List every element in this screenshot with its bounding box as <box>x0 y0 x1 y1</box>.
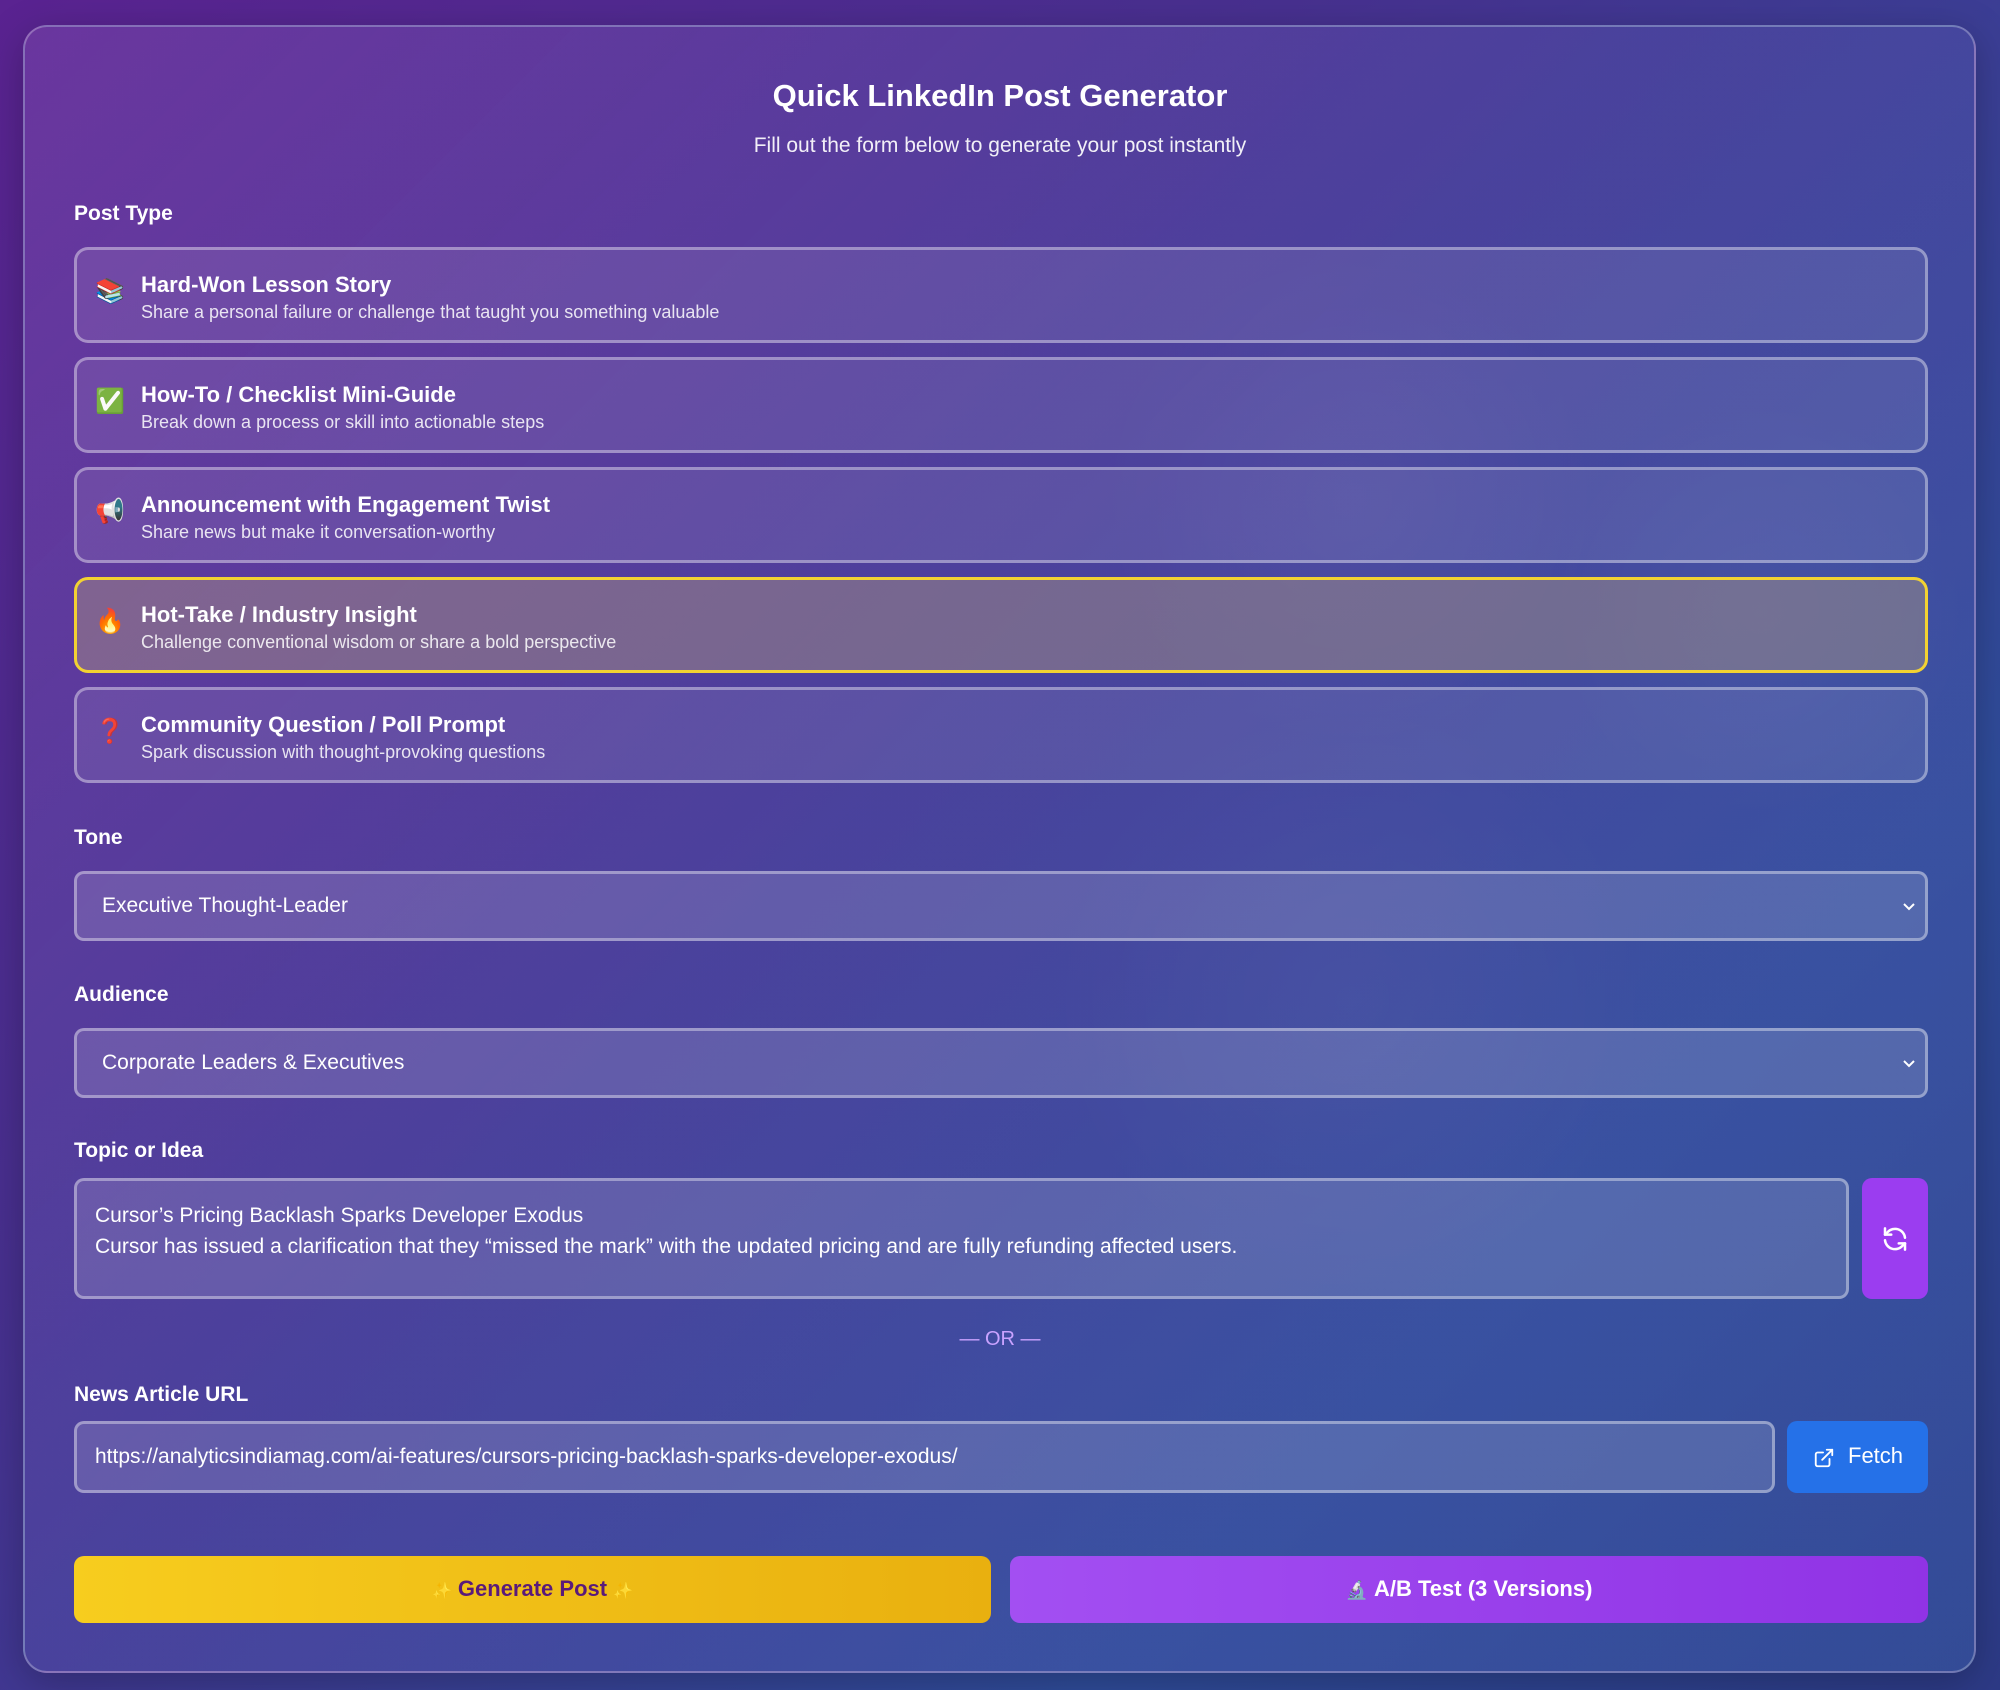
post-type-label: Post Type <box>74 202 173 225</box>
post-type-option-hard-won-lesson[interactable]: 📚 Hard-Won Lesson Story Share a personal… <box>74 247 1928 343</box>
tone-selected-value: Executive Thought-Leader <box>102 894 348 917</box>
megaphone-icon: 📢 <box>95 497 125 525</box>
news-url-value: https://analyticsindiamag.com/ai-feature… <box>95 1445 958 1468</box>
external-link-icon <box>1814 1448 1834 1468</box>
sparkle-icon: ✨ <box>613 1581 633 1600</box>
news-url-input[interactable]: https://analyticsindiamag.com/ai-feature… <box>74 1421 1775 1493</box>
generate-post-button[interactable]: ✨ Generate Post ✨ <box>74 1556 991 1623</box>
sparkle-icon: ✨ <box>431 1581 452 1600</box>
topic-line-2: Cursor has issued a clarification that t… <box>95 1235 1238 1258</box>
fetch-button[interactable]: Fetch <box>1787 1421 1928 1493</box>
option-description: Challenge conventional wisdom or share a… <box>141 632 617 652</box>
refresh-icon <box>1883 1227 1907 1251</box>
audience-label: Audience <box>74 983 169 1006</box>
option-title: Community Question / Poll Prompt <box>141 712 506 737</box>
tone-select[interactable]: Executive Thought-Leader <box>74 871 1928 941</box>
audience-select[interactable]: Corporate Leaders & Executives <box>74 1028 1928 1098</box>
ab-test-label: A/B Test (3 Versions) <box>1373 1576 1593 1601</box>
ab-test-button[interactable]: 🔬 A/B Test (3 Versions) <box>1010 1556 1928 1623</box>
option-description: Share news but make it conversation-wort… <box>141 522 496 542</box>
fetch-button-label: Fetch <box>1848 1443 1904 1468</box>
news-url-label: News Article URL <box>74 1383 249 1406</box>
option-title: How-To / Checklist Mini-Guide <box>141 382 456 407</box>
post-type-option-hot-take[interactable]: 🔥 Hot-Take / Industry Insight Challenge … <box>74 577 1928 673</box>
generate-post-label: Generate Post <box>457 1576 608 1601</box>
chevron-down-icon <box>1903 1060 1915 1068</box>
post-type-option-community-question[interactable]: ❓ Community Question / Poll Prompt Spark… <box>74 687 1928 783</box>
fire-icon: 🔥 <box>95 607 125 635</box>
post-type-option-how-to[interactable]: ✅ How-To / Checklist Mini-Guide Break do… <box>74 357 1928 453</box>
option-title: Hard-Won Lesson Story <box>141 272 392 297</box>
refresh-topic-button[interactable] <box>1862 1178 1928 1299</box>
option-description: Share a personal failure or challenge th… <box>141 302 720 322</box>
option-description: Spark discussion with thought-provoking … <box>141 742 546 762</box>
topic-line-1: Cursor’s Pricing Backlash Sparks Develop… <box>95 1204 584 1227</box>
topic-textarea[interactable]: Cursor’s Pricing Backlash Sparks Develop… <box>74 1178 1849 1299</box>
page-title: Quick LinkedIn Post Generator <box>772 78 1228 113</box>
post-type-option-announcement[interactable]: 📢 Announcement with Engagement Twist Sha… <box>74 467 1928 563</box>
audience-selected-value: Corporate Leaders & Executives <box>102 1051 405 1074</box>
books-icon: 📚 <box>95 277 125 305</box>
check-mark-icon: ✅ <box>95 387 125 415</box>
option-title: Announcement with Engagement Twist <box>141 492 551 517</box>
question-mark-icon: ❓ <box>95 717 125 745</box>
chevron-down-icon <box>1903 903 1915 911</box>
microscope-icon: 🔬 <box>1345 1580 1368 1601</box>
or-divider: — OR — <box>959 1328 1041 1350</box>
topic-label: Topic or Idea <box>74 1139 204 1162</box>
option-title: Hot-Take / Industry Insight <box>141 602 417 627</box>
option-description: Break down a process or skill into actio… <box>141 412 545 432</box>
tone-label: Tone <box>74 826 123 849</box>
page-subtitle: Fill out the form below to generate your… <box>753 134 1247 157</box>
